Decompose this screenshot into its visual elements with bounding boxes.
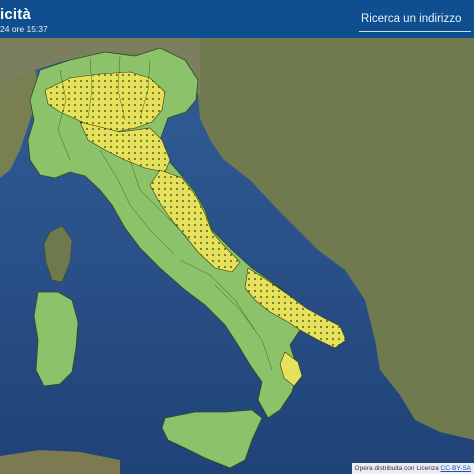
top-bar: icità 24 ore 15:37 Ricerca un indirizzo xyxy=(0,0,474,38)
map-attribution: Opera distribuita con Licenza CC-BY-SA xyxy=(351,463,474,474)
address-search[interactable]: Ricerca un indirizzo xyxy=(356,0,474,38)
map-canvas[interactable] xyxy=(0,0,474,474)
search-underline xyxy=(359,31,471,32)
update-timestamp: 24 ore 15:37 xyxy=(0,24,48,34)
page-title: icità xyxy=(0,6,32,23)
sardinia-island[interactable] xyxy=(33,291,79,387)
license-link[interactable]: CC-BY-SA xyxy=(441,465,471,472)
attribution-text: Opera distribuita con Licenza xyxy=(354,465,439,472)
search-input[interactable]: Ricerca un indirizzo xyxy=(361,13,461,25)
